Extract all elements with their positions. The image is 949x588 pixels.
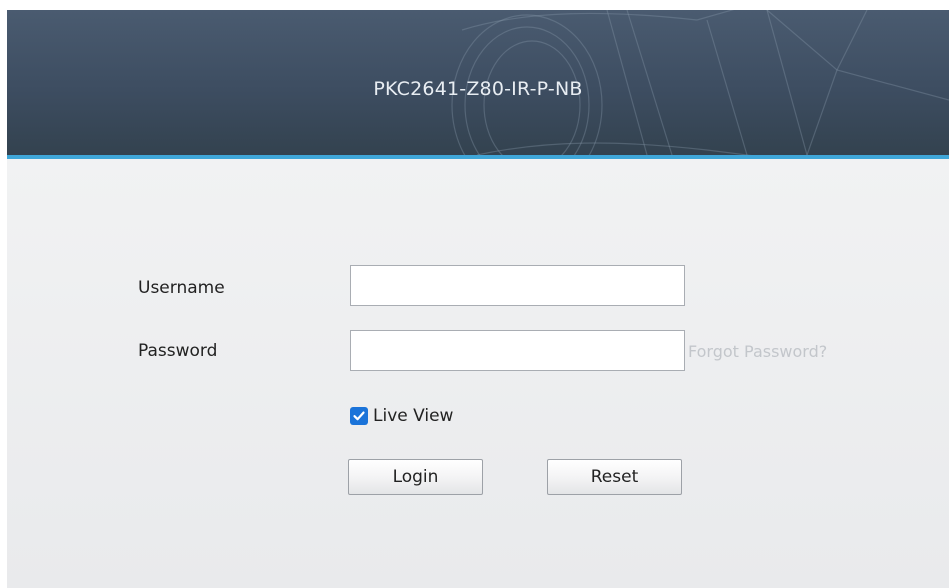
device-model-title: PKC2641-Z80-IR-P-NB [373,78,583,100]
username-input[interactable] [350,265,685,306]
password-input[interactable] [350,330,685,371]
username-label: Username [138,278,225,298]
reset-button[interactable]: Reset [547,459,682,495]
check-icon [353,411,365,421]
forgot-password-link[interactable]: Forgot Password? [688,342,827,361]
live-view-option[interactable]: Live View [350,406,453,426]
login-window: PKC2641-Z80-IR-P-NB Username Password Fo… [7,10,949,588]
live-view-checkbox[interactable] [350,407,368,425]
login-button[interactable]: Login [348,459,483,495]
login-panel [7,159,949,588]
live-view-label: Live View [373,406,454,426]
header-banner: PKC2641-Z80-IR-P-NB [7,10,949,155]
password-label: Password [138,341,218,361]
